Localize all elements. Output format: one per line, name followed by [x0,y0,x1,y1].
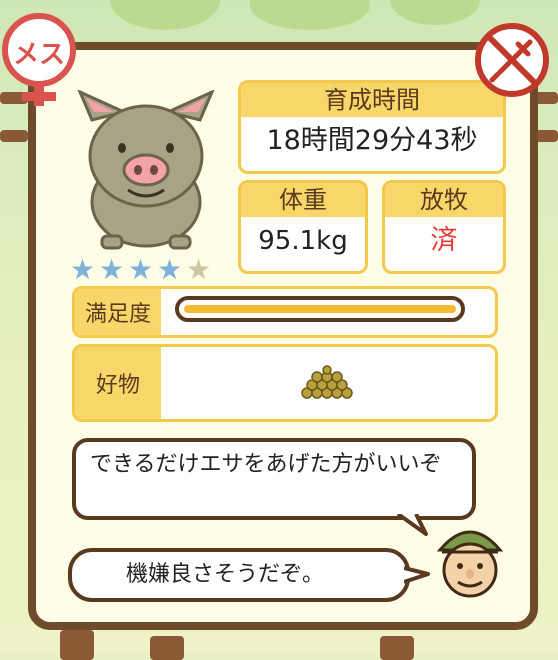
weight-value: 95.1kg [258,226,348,256]
grazing-label: 放牧 [385,183,503,217]
advice-bubble-tail [396,514,428,536]
weight-box: 体重 95.1kg [238,180,368,274]
advice-speech-bubble: できるだけエサをあげた方がいいぞ [72,438,476,520]
favorite-box: 好物 [72,344,498,422]
satisfaction-bar-fill [184,305,456,313]
grazing-box: 放牧 済 [382,180,506,274]
fence-post [150,636,184,660]
pig-portrait [77,90,215,250]
grazing-value: 済 [430,225,458,256]
gender-badge: メス [0,12,78,110]
star-filled-icon: ★ [128,253,154,286]
fence-rail [0,130,28,142]
advice-text: できるだけエサをあげた方がいいぞ [90,452,442,477]
star-filled-icon: ★ [157,253,183,286]
farmer-avatar-icon [436,530,504,598]
favorite-label: 好物 [75,347,161,419]
satisfaction-bar-track [175,296,465,322]
mood-speech-bubble: 機嫌良さそうだぞ。 [68,548,410,602]
fence-post [380,636,414,660]
rearing-time-box: 育成時間 18時間29分43秒 [238,80,506,174]
satisfaction-label: 満足度 [75,289,161,335]
pig-status-card: ★ ★ ★ ★ ★ 育成時間 18時間29分43秒 体重 95.1kg 放牧 済… [28,42,538,630]
mood-text: 機嫌良さそうだぞ。 [126,562,325,587]
feed-pellets-icon [301,365,353,399]
star-empty-icon: ★ [186,253,212,286]
mood-bubble-tail [404,566,430,584]
gender-label: メス [12,40,65,70]
syringe-prohibited-icon [475,23,549,97]
star-filled-icon: ★ [70,253,96,286]
weight-label: 体重 [241,183,365,217]
star-filled-icon: ★ [99,253,125,286]
fence-post [60,630,94,660]
rearing-time-label: 育成時間 [241,83,503,117]
satisfaction-box: 満足度 [72,286,498,338]
rearing-time-value: 18時間29分43秒 [266,125,478,156]
